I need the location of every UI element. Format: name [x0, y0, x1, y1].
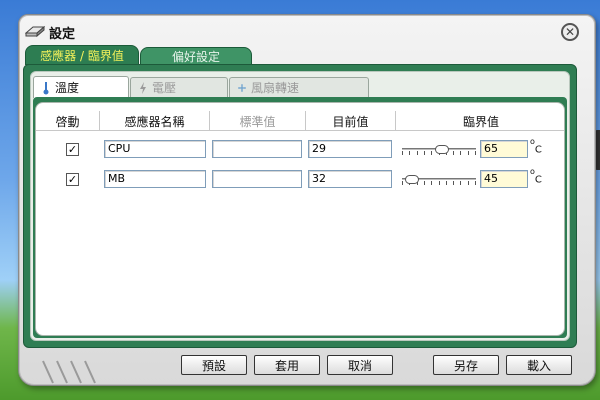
slider-tick: [402, 181, 403, 185]
unit-text: C: [534, 144, 542, 156]
subtab-temperature[interactable]: 溫度: [33, 76, 129, 98]
slider-tick: [409, 151, 410, 155]
slider-tick: [439, 181, 440, 185]
fan-icon: [236, 81, 248, 95]
lightning-icon: [137, 81, 149, 95]
sensor-name-field[interactable]: CPU: [104, 140, 206, 158]
slider-tick: [417, 151, 418, 155]
settings-window: 設定 ✕ 感應器 / 臨界值 偏好設定 溫度 電壓 風扇轉速 啓動 感應器名稱 …: [18, 14, 596, 386]
current-value-field: 32: [308, 170, 392, 188]
slider-tick: [468, 151, 469, 155]
degree-symbol: o: [530, 167, 535, 176]
load-button[interactable]: 載入: [506, 355, 572, 375]
slider-tick: [424, 181, 425, 185]
slider-knob[interactable]: [435, 145, 449, 154]
subtab-fan-speed[interactable]: 風扇轉速: [229, 77, 369, 97]
title-bar: 設定 ✕: [19, 15, 595, 47]
slider-tick: [446, 181, 447, 185]
threshold-slider[interactable]: [402, 175, 476, 185]
tab-preferences[interactable]: 偏好設定: [140, 47, 252, 65]
enable-checkbox[interactable]: ✓: [66, 173, 79, 186]
threshold-slider[interactable]: [402, 145, 476, 155]
slider-tick: [453, 181, 454, 185]
subtab-voltage[interactable]: 電壓: [130, 77, 228, 97]
subtab-label: 溫度: [55, 81, 80, 95]
slider-tick: [475, 151, 476, 155]
threshold-field[interactable]: 65: [480, 140, 528, 158]
table-header: 啓動 感應器名稱 標準值 目前值 臨界值: [36, 111, 564, 131]
cancel-button[interactable]: 取消: [327, 355, 393, 375]
header-current-value: 目前值: [306, 111, 396, 131]
thermometer-icon: [40, 81, 52, 95]
table-row: ✓ CPU 29 65 oC: [36, 137, 564, 161]
enable-checkbox[interactable]: ✓: [66, 143, 79, 156]
slider-tick: [424, 151, 425, 155]
slider-tick: [402, 151, 403, 155]
preset-button[interactable]: 預設: [181, 355, 247, 375]
tab-label: 偏好設定: [171, 49, 220, 64]
degree-symbol: o: [530, 137, 535, 146]
current-value-field: 29: [308, 140, 392, 158]
header-sensor-name: 感應器名稱: [100, 111, 210, 131]
close-icon: ✕: [564, 25, 576, 39]
window-title: 設定: [49, 27, 76, 42]
slider-tick: [460, 181, 461, 185]
unit-text: C: [534, 174, 542, 186]
slider-knob[interactable]: [405, 175, 419, 184]
unit-label: oC: [530, 137, 542, 156]
subtab-label: 風扇轉速: [251, 81, 300, 95]
standard-value-field[interactable]: [212, 170, 302, 188]
slider-tick: [453, 151, 454, 155]
save-as-button[interactable]: 另存: [433, 355, 499, 375]
slider-tick: [468, 181, 469, 185]
header-enable: 啓動: [36, 111, 100, 131]
subtab-label: 電壓: [152, 81, 177, 95]
header-threshold: 臨界值: [462, 114, 499, 129]
threshold-field[interactable]: 45: [480, 170, 528, 188]
table-row: ✓ MB 32 45 oC: [36, 167, 564, 191]
standard-value-field[interactable]: [212, 140, 302, 158]
unit-label: oC: [530, 167, 542, 186]
tab-label: 感應器 / 臨界值: [40, 48, 124, 63]
slider-tick: [431, 151, 432, 155]
close-button[interactable]: ✕: [561, 23, 579, 41]
resize-grip: [39, 359, 109, 385]
slider-tick: [475, 181, 476, 185]
sensor-panel-inner: 溫度 電壓 風扇轉速 啓動 感應器名稱 標準值 目前值 臨界值 ✓ CPU 29…: [30, 71, 570, 341]
sensor-panel: 溫度 電壓 風扇轉速 啓動 感應器名稱 標準值 目前值 臨界值 ✓ CPU 29…: [23, 64, 577, 348]
header-standard-value: 標準值: [210, 111, 306, 131]
slider-tick: [431, 181, 432, 185]
tab-sensor-threshold[interactable]: 感應器 / 臨界值: [25, 45, 139, 65]
desktop-edge: [0, 80, 10, 280]
tab-content-frame: 啓動 感應器名稱 標準值 目前值 臨界值 ✓ CPU 29 65 oC ✓ MB…: [33, 97, 567, 338]
slider-tick: [460, 151, 461, 155]
sensor-name-field[interactable]: MB: [104, 170, 206, 188]
app-icon: [24, 24, 46, 38]
sensor-table: 啓動 感應器名稱 標準值 目前值 臨界值 ✓ CPU 29 65 oC ✓ MB…: [35, 102, 565, 336]
apply-button[interactable]: 套用: [254, 355, 320, 375]
